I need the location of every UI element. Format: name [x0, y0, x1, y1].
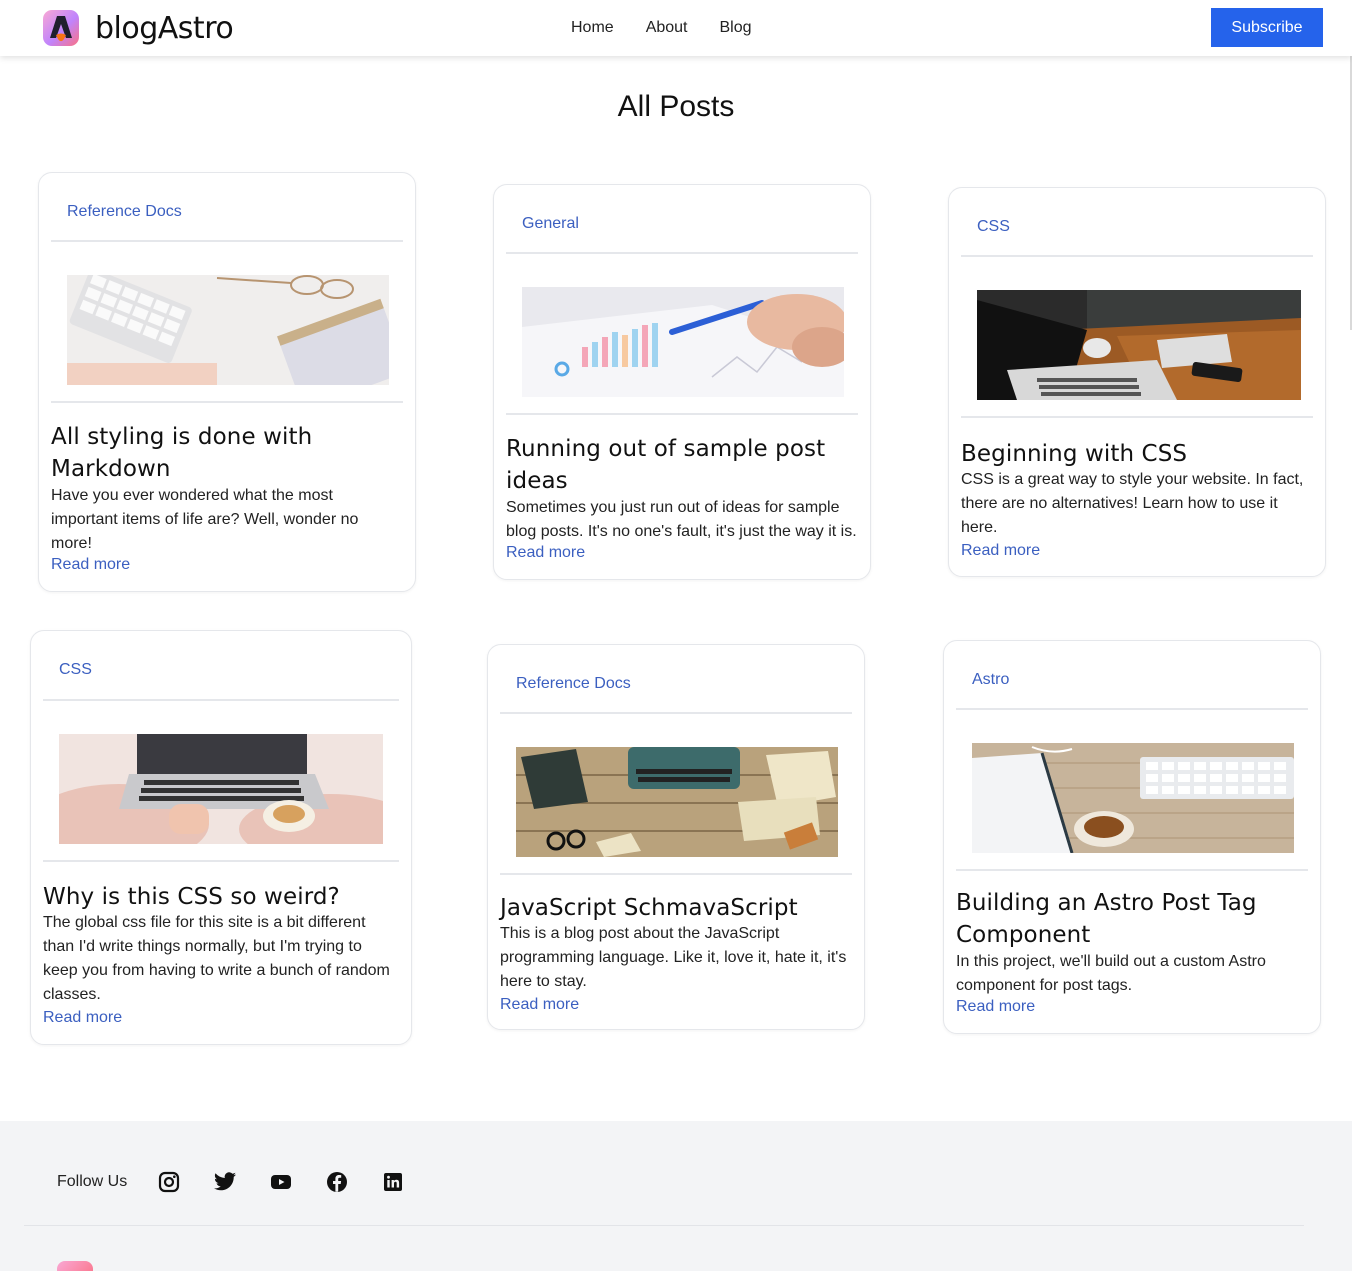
- site-footer: Follow Us: [0, 1121, 1352, 1271]
- typewriter-photo[interactable]: [516, 747, 838, 857]
- post-excerpt: Sometimes you just run out of ideas for …: [506, 499, 857, 540]
- main-nav: Home About Blog: [571, 19, 752, 37]
- divider: [500, 712, 852, 714]
- divider: [500, 873, 852, 875]
- brand-name[interactable]: blogAstro: [95, 11, 234, 46]
- post-card: Reference Docs All styling is done with …: [38, 172, 416, 592]
- youtube-icon[interactable]: [269, 1170, 293, 1194]
- post-excerpt: The global css file for this site is a b…: [43, 914, 390, 1003]
- post-tag-link[interactable]: Reference Docs: [516, 675, 631, 693]
- post-excerpt: This is a blog post about the JavaScript…: [500, 925, 847, 990]
- laptop-lap-photo[interactable]: [59, 734, 383, 844]
- divider: [956, 708, 1308, 710]
- nav-home-link[interactable]: Home: [571, 19, 614, 37]
- linkedin-icon[interactable]: [381, 1170, 405, 1194]
- facebook-icon[interactable]: [325, 1170, 349, 1194]
- twitter-icon[interactable]: [213, 1170, 237, 1194]
- astro-logo-icon[interactable]: [43, 10, 79, 46]
- chart-pen-photo[interactable]: [522, 287, 844, 397]
- instagram-icon[interactable]: [157, 1170, 181, 1194]
- footer-divider: [24, 1225, 1304, 1226]
- read-more-link[interactable]: Read more: [500, 996, 579, 1014]
- read-more-link[interactable]: Read more: [506, 544, 585, 562]
- post-tag-link[interactable]: Reference Docs: [67, 203, 182, 221]
- laptop-desk-photo[interactable]: [977, 290, 1301, 400]
- post-tag-link[interactable]: CSS: [977, 218, 1010, 236]
- subscribe-button[interactable]: Subscribe: [1211, 8, 1323, 47]
- post-title[interactable]: Why is this CSS so weird?: [43, 881, 399, 913]
- site-header: blogAstro Home About Blog Subscribe: [0, 0, 1352, 56]
- post-title[interactable]: Beginning with CSS: [961, 438, 1313, 470]
- divider: [51, 401, 403, 403]
- divider: [43, 699, 399, 701]
- post-title[interactable]: Running out of sample post ideas: [506, 433, 858, 497]
- post-excerpt: In this project, we'll build out a custo…: [956, 953, 1266, 994]
- post-title[interactable]: JavaScript SchmavaScript: [500, 892, 852, 924]
- post-card: CSS Beginning with CSS CSS is a great wa…: [948, 187, 1326, 577]
- divider: [43, 860, 399, 862]
- read-more-link[interactable]: Read more: [961, 542, 1040, 560]
- follow-us-label: Follow Us: [57, 1173, 128, 1190]
- divider: [506, 413, 858, 415]
- divider: [506, 252, 858, 254]
- divider: [51, 240, 403, 242]
- post-tag-link[interactable]: Astro: [972, 671, 1009, 689]
- nav-about-link[interactable]: About: [646, 19, 688, 37]
- post-card: CSS Why is this CSS so weird? The global…: [30, 630, 412, 1045]
- post-card: Astro Building an Astro Post Tag Compone…: [943, 640, 1321, 1034]
- post-excerpt: CSS is a great way to style your website…: [961, 471, 1304, 536]
- keyboard-glasses-photo[interactable]: [67, 275, 389, 385]
- divider: [956, 869, 1308, 871]
- read-more-link[interactable]: Read more: [51, 556, 130, 574]
- read-more-link[interactable]: Read more: [956, 998, 1035, 1016]
- post-excerpt: Have you ever wondered what the most imp…: [51, 487, 359, 552]
- divider: [961, 255, 1313, 257]
- divider: [961, 416, 1313, 418]
- page-title: All Posts: [617, 90, 735, 123]
- read-more-link[interactable]: Read more: [43, 1009, 122, 1027]
- post-card: General Running out of sample post ideas…: [493, 184, 871, 580]
- post-title[interactable]: All styling is done with Markdown: [51, 421, 403, 485]
- post-tag-link[interactable]: General: [522, 215, 579, 233]
- post-tag-link[interactable]: CSS: [59, 661, 92, 679]
- notebook-coffee-photo[interactable]: [972, 743, 1294, 853]
- post-card: Reference Docs JavaScript SchmavaScript …: [487, 644, 865, 1030]
- nav-blog-link[interactable]: Blog: [720, 19, 752, 37]
- astro-logo-icon[interactable]: [57, 1261, 93, 1271]
- post-title[interactable]: Building an Astro Post Tag Component: [956, 887, 1308, 951]
